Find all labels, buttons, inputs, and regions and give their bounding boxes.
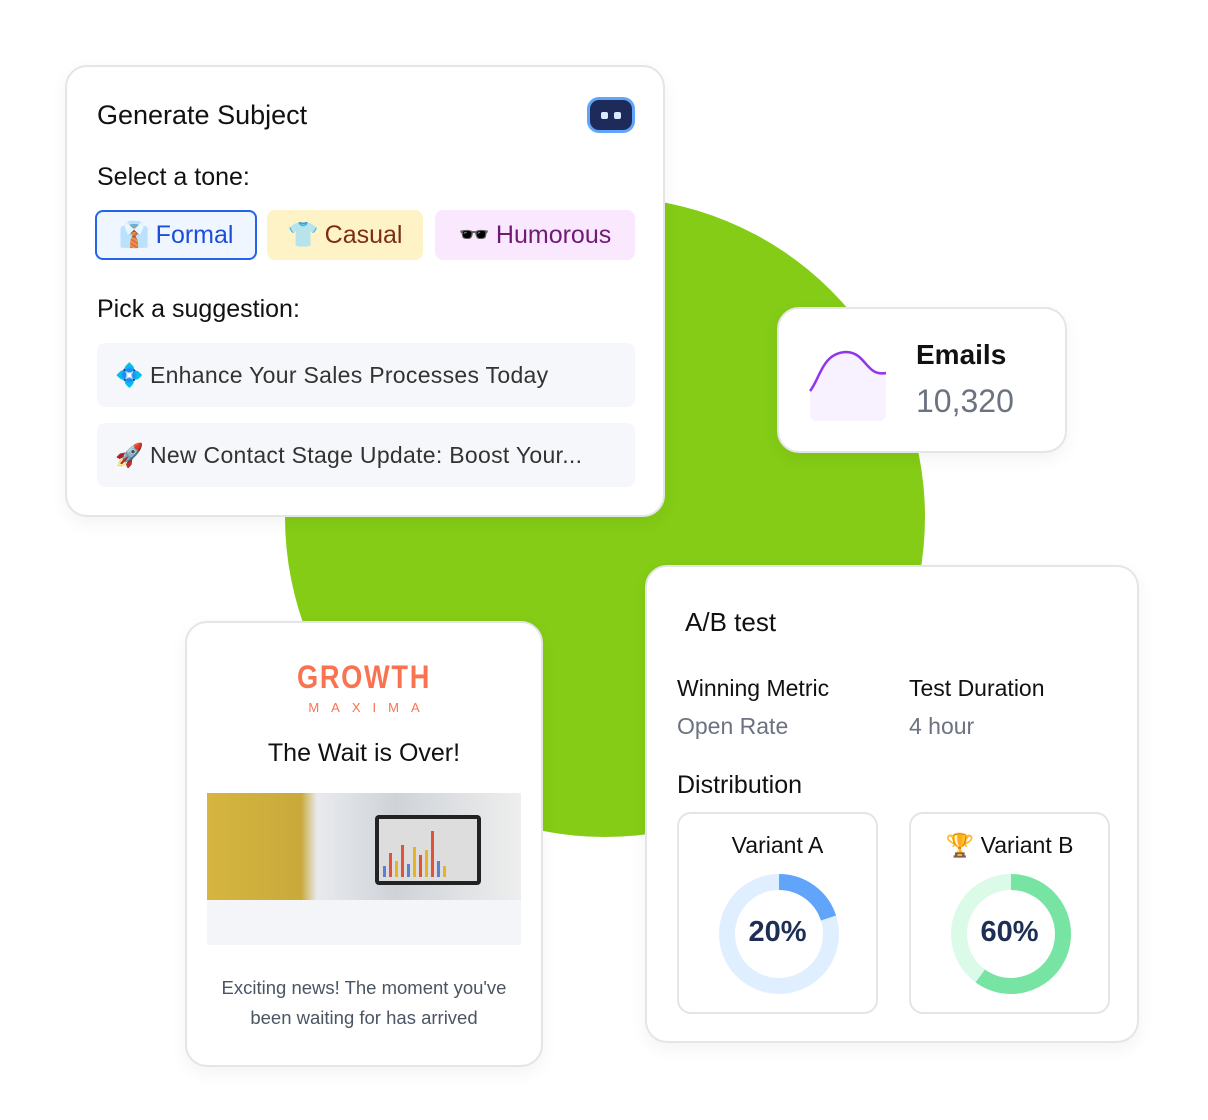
brand-logo-sub: MAXIMA	[308, 700, 432, 715]
variant-percent: 20%	[748, 916, 807, 948]
variant-percent: 60%	[980, 916, 1039, 948]
rocket-icon: 🚀	[115, 441, 144, 468]
newsletter-heading: The Wait is Over!	[267, 739, 461, 767]
ab-test-title: A/B test	[685, 607, 777, 637]
tone-label-text: Casual	[324, 220, 403, 249]
brand-logo: GROWTH	[296, 659, 432, 695]
emails-label: Emails	[916, 339, 1007, 370]
variant-a-card[interactable]: Variant A 20%	[677, 812, 878, 1014]
emails-stat-card: Emails 10,320	[777, 307, 1067, 453]
tone-label-text: Formal	[155, 220, 234, 249]
suggestion-text: Enhance Your Sales Processes Today	[149, 361, 549, 388]
trophy-icon: 🏆	[945, 832, 975, 858]
diamond-icon: 💠	[115, 361, 144, 388]
tone-casual-button[interactable]: 👕 Casual	[267, 210, 423, 260]
necktie-icon: 👔	[118, 220, 150, 249]
variant-name: 🏆 Variant B	[911, 832, 1108, 859]
winning-metric-value: Open Rate	[677, 713, 789, 739]
tone-label-text: Humorous	[495, 220, 612, 249]
sunglasses-icon: 🕶️	[458, 220, 490, 249]
suggestion-item[interactable]: 💠 Enhance Your Sales Processes Today	[97, 343, 635, 407]
variant-name: Variant A	[731, 832, 824, 858]
tone-formal-button[interactable]: 👔 Formal	[95, 210, 257, 260]
variant-name-text: Variant B	[980, 832, 1074, 858]
generate-subject-card: Generate Subject Select a tone: 👔 Formal …	[65, 65, 665, 517]
robot-icon[interactable]	[587, 97, 635, 133]
office-meeting-image	[207, 793, 521, 945]
test-duration-value: 4 hour	[909, 713, 975, 739]
newsletter-preview-card: GROWTH MAXIMA The Wait is Over! Exciting…	[185, 621, 543, 1067]
distribution-label: Distribution	[677, 771, 803, 799]
suggestion-label: Pick a suggestion:	[97, 295, 300, 323]
card-title: Generate Subject	[97, 100, 308, 130]
sparkline-chart-icon	[809, 350, 887, 421]
newsletter-body: Exciting news! The moment you've been wa…	[221, 977, 507, 1028]
suggestion-item[interactable]: 🚀 New Contact Stage Update: Boost Your...	[97, 423, 635, 487]
suggestion-text: New Contact Stage Update: Boost Your...	[149, 441, 583, 468]
ab-test-card: A/B test Winning Metric Open Rate Test D…	[645, 565, 1139, 1043]
shirt-icon: 👕	[287, 220, 319, 249]
winning-metric-label: Winning Metric	[677, 675, 830, 701]
variant-b-card[interactable]: 🏆 Variant B 60%	[909, 812, 1110, 1014]
emails-value: 10,320	[916, 383, 1014, 419]
tone-label: Select a tone:	[97, 163, 250, 191]
tone-humorous-button[interactable]: 🕶️ Humorous	[435, 210, 635, 260]
test-duration-label: Test Duration	[909, 675, 1045, 701]
